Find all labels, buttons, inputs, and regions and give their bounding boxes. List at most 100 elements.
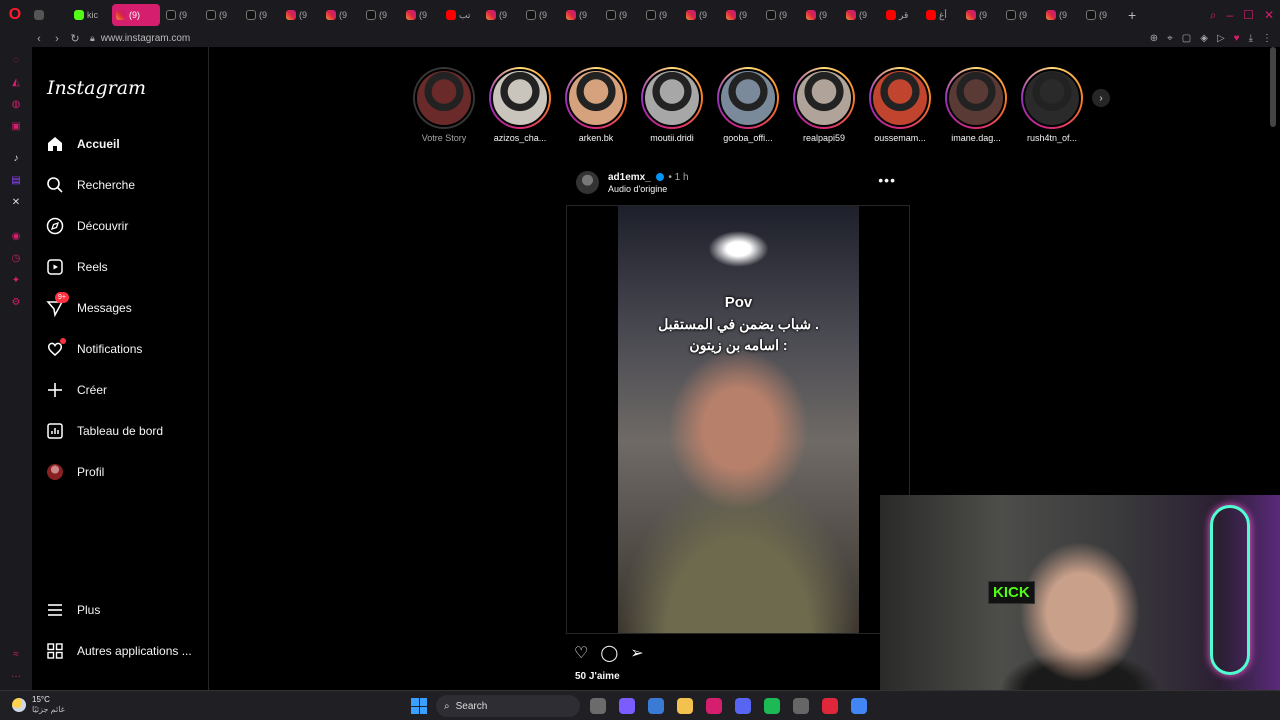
browser-tab[interactable]: (9) [112,4,160,26]
search-tabs-icon[interactable]: ⌕ [1210,8,1217,23]
browser-tab[interactable]: تب [442,4,480,26]
story-item[interactable]: rush4tn_of... [1014,67,1090,143]
story-item[interactable]: arken.bk [558,67,634,143]
settings-icon[interactable]: ⚙ [10,297,22,309]
forward-button[interactable]: › [48,33,66,45]
browser-tab[interactable]: (9 [162,4,200,26]
browser-tab[interactable]: (9 [522,4,560,26]
workspace-icon[interactable]: ◭ [10,77,22,89]
aria-icon[interactable]: ◌ [10,55,22,67]
story-item[interactable]: imane.dag... [938,67,1014,143]
spotify-icon[interactable] [764,698,780,714]
more-sidebar-icon[interactable]: … [10,669,22,681]
nav-messages[interactable]: 9+ Messages [46,292,206,323]
tiktok-sidebar-icon[interactable]: ♪ [10,153,22,165]
file-manager-icon[interactable] [590,698,606,714]
browser-tab[interactable]: (9 [242,4,280,26]
downloads-icon[interactable]: ⤓ [1249,33,1253,44]
steam-icon[interactable] [793,698,809,714]
chrome-icon[interactable] [851,698,867,714]
opera-icon[interactable] [706,698,722,714]
x-sidebar-icon[interactable]: ✕ [10,197,22,209]
browser-tab[interactable]: (9 [1042,4,1080,26]
opera-menu-icon[interactable]: O [0,0,30,30]
browser-tab[interactable]: (9 [842,4,880,26]
story-item[interactable]: Votre Story [406,67,482,143]
browser-tab[interactable]: (9 [362,4,400,26]
story-item[interactable]: oussemam... [862,67,938,143]
stories-next-button[interactable]: › [1092,89,1110,107]
browser-tab[interactable]: أغ [922,4,960,26]
zoom-icon[interactable]: ⊕ [1150,33,1158,44]
like-count[interactable]: 50 J'aime [575,671,620,682]
browser-tab[interactable]: (9 [962,4,1000,26]
browser-tab[interactable]: (9 [722,4,760,26]
new-tab-button[interactable]: + [1128,7,1136,23]
app-red-icon[interactable] [822,698,838,714]
nav-apps[interactable]: Autres applications ... [46,636,206,666]
nav-reels[interactable]: Reels [46,252,206,282]
snapshot-icon[interactable]: ▢ [1182,33,1191,44]
page-scrollbar[interactable] [1270,47,1276,127]
story-item[interactable]: azizos_cha... [482,67,558,143]
post-media[interactable]: Pov شباب يضمن في المستقبل . اسامه بن زيت… [566,205,910,634]
browser-tab[interactable]: (9 [202,4,240,26]
browser-tab[interactable]: (9 [762,4,800,26]
nav-create[interactable]: Créer [46,375,206,405]
browser-tab[interactable]: (9 [282,4,320,26]
twitch-sidebar-icon[interactable]: ▤ [10,175,22,187]
browser-tab[interactable]: kic [70,4,110,26]
back-button[interactable]: ‹ [30,33,48,45]
browser-tab[interactable]: (9 [1082,4,1120,26]
close-window-button[interactable]: ✕ [1264,8,1274,22]
nav-explore[interactable]: Découvrir [46,211,206,241]
post-author[interactable]: ad1emx_ • 1 h [608,172,689,183]
gx-icon[interactable]: ≈ [10,649,22,661]
browser-tab[interactable]: (9 [562,4,600,26]
instagram-logo[interactable]: Instagram [47,77,146,99]
nav-home[interactable]: Accueil [46,129,206,159]
pin-icon[interactable]: ⌖ [1167,33,1173,44]
share-icon[interactable]: ➢ [630,643,643,663]
post-video[interactable]: Pov شباب يضمن في المستقبل . اسامه بن زيت… [618,206,859,633]
post-more-options-icon[interactable]: ••• [878,172,896,188]
browser-tab[interactable]: (9 [1002,4,1040,26]
maximize-button[interactable]: ☐ [1243,8,1254,22]
nav-profile[interactable]: Profil [46,457,206,487]
discord-icon[interactable] [735,698,751,714]
reload-button[interactable]: ↻ [66,32,84,45]
shield-icon[interactable]: ◈ [1200,33,1208,44]
weather-widget[interactable]: 15°C غائم جزئيًا [12,695,65,715]
favorite-heart-icon[interactable]: ♥ [1234,33,1240,44]
copilot-icon[interactable] [619,698,635,714]
post-audio[interactable]: Audio d'origine [608,184,667,194]
url-field[interactable]: www.instagram.com [101,33,190,44]
messenger-icon[interactable]: ◍ [10,99,22,111]
nav-search[interactable]: Recherche [46,170,206,200]
instagram-sidebar-icon[interactable]: ▣ [10,121,22,133]
like-heart-icon[interactable]: ♡ [574,643,588,663]
store-icon[interactable] [648,698,664,714]
browser-menu-icon[interactable]: ⋮ [1262,33,1272,44]
story-item[interactable]: gooba_offi... [710,67,786,143]
extensions-icon[interactable]: ✦ [10,275,22,287]
player-icon[interactable]: ◉ [10,231,22,243]
browser-tab[interactable]: (9 [802,4,840,26]
browser-tab[interactable] [30,4,68,26]
post-author-avatar[interactable] [576,171,599,194]
browser-tab[interactable]: (9 [602,4,640,26]
nav-dashboard[interactable]: Tableau de bord [46,416,206,446]
nav-more[interactable]: Plus [46,595,206,625]
history-icon[interactable]: ◷ [10,253,22,265]
browser-tab[interactable]: (9 [402,4,440,26]
story-item[interactable]: moutii.dridi [634,67,710,143]
story-item[interactable]: realpapi59 [786,67,862,143]
browser-tab[interactable]: (9 [682,4,720,26]
start-button[interactable] [411,698,427,714]
taskbar-search[interactable]: ⌕ Search [436,695,580,717]
browser-tab[interactable]: (9 [642,4,680,26]
folder-icon[interactable] [677,698,693,714]
play-icon[interactable]: ▷ [1217,33,1225,44]
browser-tab[interactable]: (9 [322,4,360,26]
browser-tab[interactable]: (9 [482,4,520,26]
